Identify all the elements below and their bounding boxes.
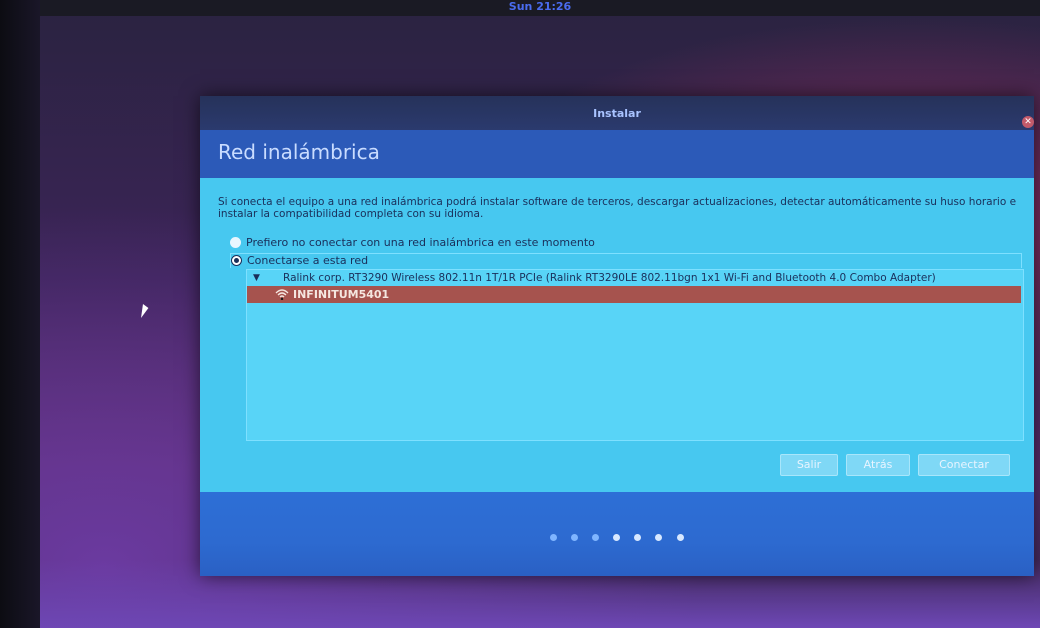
radio-connect[interactable]	[231, 254, 242, 266]
step-dot	[655, 534, 663, 541]
back-button[interactable]: Atrás	[846, 454, 910, 476]
close-icon[interactable]: ✕	[1022, 116, 1034, 128]
step-dot	[634, 534, 642, 541]
page-content: Si conecta el equipo a una red inalámbri…	[200, 178, 1034, 492]
window-title: Instalar	[593, 107, 641, 120]
intro-text: Si conecta el equipo a una red inalámbri…	[218, 196, 1017, 220]
option-no-connect-label: Prefiero no conectar con una red inalámb…	[246, 236, 595, 249]
network-row-selected[interactable]: INFINITUM5401	[247, 286, 1021, 303]
step-dot	[613, 534, 621, 541]
clock[interactable]: Sun 21:26	[40, 0, 1040, 16]
page-header: Red inalámbrica	[200, 130, 1034, 178]
progress-footer	[200, 492, 1034, 576]
step-dot	[676, 534, 684, 541]
radio-no-connect[interactable]	[230, 236, 241, 248]
button-bar: Salir Atrás Conectar	[780, 454, 1020, 476]
screen-bezel	[0, 0, 40, 628]
option-no-connect[interactable]: Prefiero no conectar con una red inalámb…	[230, 236, 595, 250]
top-bar: Sun 21:26	[40, 0, 1040, 16]
step-dot	[592, 534, 600, 541]
option-connect-label: Conectarse a esta red	[247, 254, 369, 267]
installer-window: Instalar ✕ Red inalámbrica Si conecta el…	[200, 96, 1034, 576]
adapter-label: Ralink corp. RT3290 Wireless 802.11n 1T/…	[283, 272, 936, 284]
network-name: INFINITUM5401	[293, 288, 390, 301]
step-indicator	[550, 526, 693, 541]
connect-button[interactable]: Conectar	[918, 454, 1010, 476]
option-connect[interactable]: Conectarse a esta red	[230, 253, 1022, 268]
expander-icon[interactable]: ▼	[253, 270, 260, 286]
network-list[interactable]: ▼ Ralink corp. RT3290 Wireless 802.11n 1…	[246, 269, 1024, 441]
adapter-row[interactable]: ▼ Ralink corp. RT3290 Wireless 802.11n 1…	[247, 270, 1023, 286]
step-dot	[550, 534, 557, 541]
window-titlebar[interactable]: Instalar ✕	[200, 96, 1034, 130]
page-title: Red inalámbrica	[218, 140, 380, 164]
quit-button[interactable]: Salir	[780, 454, 838, 476]
wifi-signal-icon	[275, 289, 289, 300]
step-dot	[571, 534, 579, 541]
